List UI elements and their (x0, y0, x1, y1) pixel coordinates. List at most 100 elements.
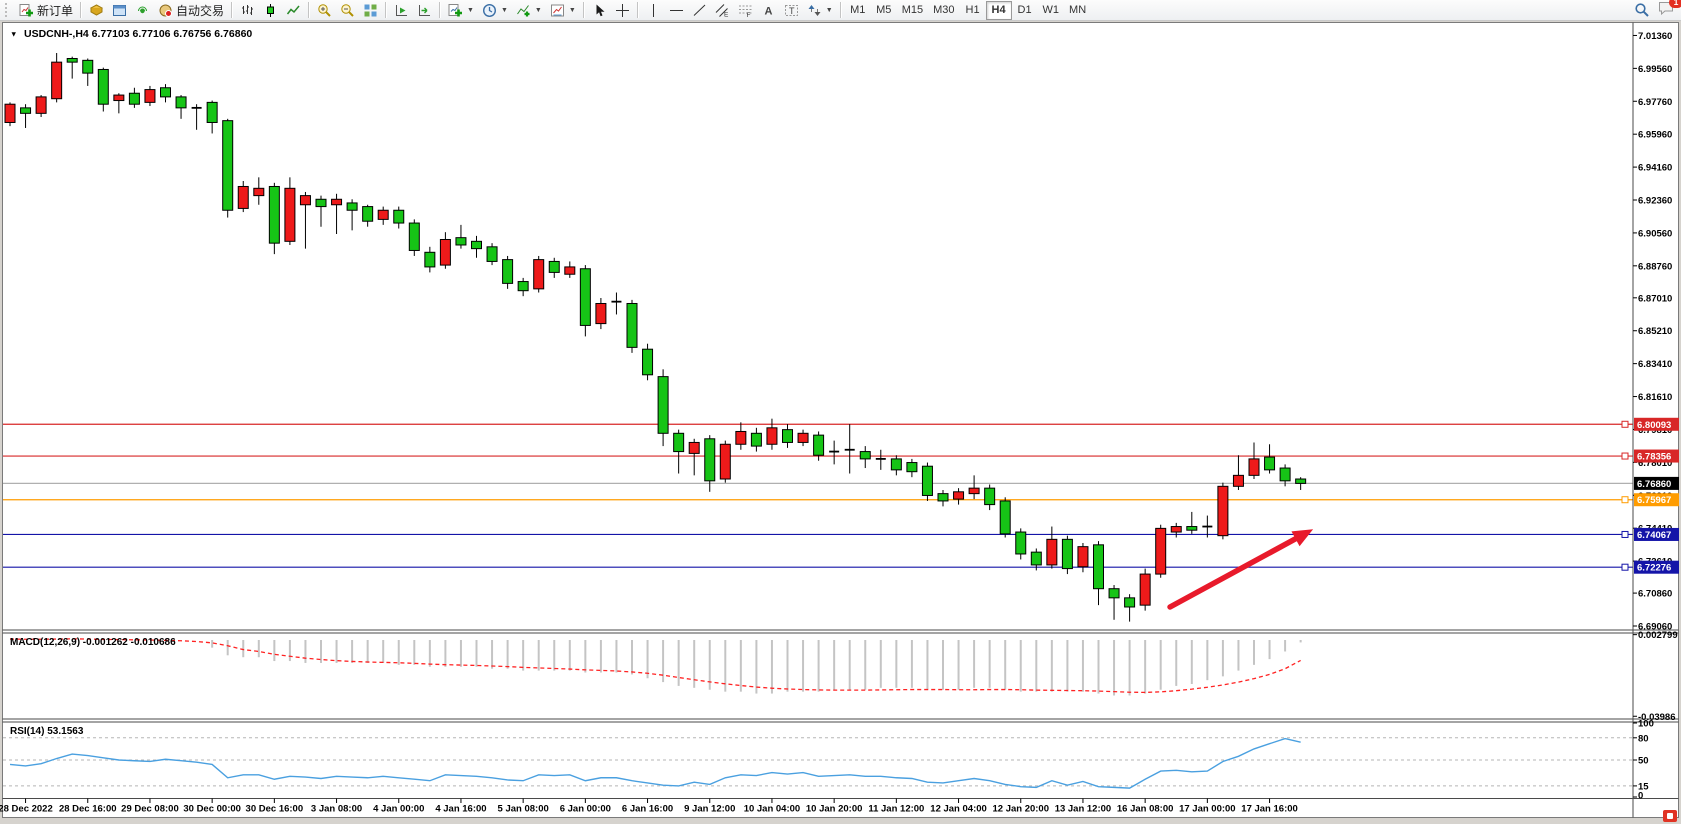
text-button[interactable]: A (757, 1, 780, 20)
zoom-in-button[interactable] (313, 1, 336, 20)
tile-windows-button[interactable] (359, 1, 382, 20)
profiles-icon (482, 3, 497, 18)
separator (439, 2, 441, 18)
timeframe-w1[interactable]: W1 (1038, 1, 1065, 20)
arrows-icon (807, 3, 822, 18)
svg-text:50: 50 (1638, 756, 1649, 767)
cursor-icon (592, 3, 607, 18)
search-icon (1634, 2, 1650, 18)
svg-text:16 Jan 08:00: 16 Jan 08:00 (1117, 804, 1174, 815)
trendline-button[interactable] (688, 1, 711, 20)
svg-text:6.81610: 6.81610 (1638, 392, 1672, 403)
svg-text:6.95960: 6.95960 (1638, 130, 1672, 141)
svg-text:0.002799: 0.002799 (1638, 630, 1678, 641)
svg-text:5 Jan 08:00: 5 Jan 08:00 (498, 804, 549, 815)
line-handle (1622, 531, 1628, 537)
separator (80, 2, 82, 18)
timeframe-mn[interactable]: MN (1064, 1, 1091, 20)
zoom-out-button[interactable] (336, 1, 359, 20)
vertical-line-button[interactable] (642, 1, 665, 20)
toolbar-drag-handle[interactable] (5, 3, 12, 17)
timeframe-d1[interactable]: D1 (1012, 1, 1038, 20)
arrows-button[interactable]: ▼ (803, 1, 837, 20)
terminal-button[interactable] (108, 1, 131, 20)
chart-title[interactable]: ▼USDCNH-,H4 6.77103 6.77106 6.76756 6.76… (10, 28, 252, 40)
chevron-down-icon: ▼ (501, 7, 508, 14)
line-chart-button[interactable] (282, 1, 305, 20)
chevron-down-icon: ▼ (467, 7, 474, 14)
svg-text:6.83410: 6.83410 (1638, 359, 1672, 370)
auto-trading-button[interactable]: 自动交易 (154, 1, 228, 20)
chat-badge: 1 (1669, 0, 1681, 8)
svg-text:USDCNH-,H4 6.77103 6.77106 6.: USDCNH-,H4 6.77103 6.77106 6.76756 6.768… (24, 28, 252, 40)
candlestick-chart-button[interactable] (259, 1, 282, 20)
text-icon: A (761, 3, 776, 18)
equidistant-channel-icon: E (715, 3, 730, 18)
timeframe-m30[interactable]: M30 (928, 1, 959, 20)
svg-text:9 Jan 12:00: 9 Jan 12:00 (684, 804, 735, 815)
timeframe-h1[interactable]: H1 (960, 1, 986, 20)
horizontal-line-button[interactable] (665, 1, 688, 20)
templates-button[interactable]: ▼ (546, 1, 580, 20)
rsi-label: RSI(14) 53.1563 (10, 726, 84, 737)
new-order-icon (19, 3, 34, 18)
zoom-in-icon (317, 3, 332, 18)
separator (231, 2, 233, 18)
search-button[interactable] (1630, 1, 1654, 20)
svg-text:E: E (724, 11, 729, 18)
new-order-button[interactable]: 新订单 (15, 1, 77, 20)
terminal-icon (112, 3, 127, 18)
chart-canvas[interactable]: 7.013606.995606.977606.959606.941606.923… (0, 21, 1681, 824)
svg-text:6.88760: 6.88760 (1638, 261, 1672, 272)
auto-scroll-button[interactable] (413, 1, 436, 20)
chevron-down-icon: ▼ (535, 7, 542, 14)
svg-text:4 Jan 16:00: 4 Jan 16:00 (435, 804, 486, 815)
svg-text:A: A (764, 5, 772, 17)
fibonacci-button[interactable]: F (734, 1, 757, 20)
navigator-button[interactable] (85, 1, 108, 20)
svg-text:12 Jan 20:00: 12 Jan 20:00 (992, 804, 1049, 815)
macd-label: MACD(12,26,9) -0.001262 -0.010686 (10, 637, 176, 648)
svg-text:6 Jan 16:00: 6 Jan 16:00 (622, 804, 673, 815)
zoom-out-icon (340, 3, 355, 18)
timeframe-m1[interactable]: M1 (845, 1, 871, 20)
line-handle (1622, 497, 1628, 503)
timeframe-m5[interactable]: M5 (871, 1, 897, 20)
line-handle (1622, 453, 1628, 459)
timeframe-m15[interactable]: M15 (897, 1, 928, 20)
signals-button[interactable] (131, 1, 154, 20)
candlestick-chart-icon (263, 3, 278, 18)
svg-text:80: 80 (1638, 733, 1649, 744)
svg-text:100: 100 (1638, 719, 1654, 730)
svg-text:6.92360: 6.92360 (1638, 196, 1672, 207)
svg-text:17 Jan 16:00: 17 Jan 16:00 (1241, 804, 1298, 815)
timeframe-h4[interactable]: H4 (986, 1, 1012, 20)
chart-shift-button[interactable] (390, 1, 413, 20)
navigator-icon (89, 3, 104, 18)
svg-text:6.70860: 6.70860 (1638, 589, 1672, 600)
indicators-button[interactable]: ▼ (512, 1, 546, 20)
window-bottom-frame (0, 819, 1681, 824)
svg-text:28 Dec 16:00: 28 Dec 16:00 (59, 804, 117, 815)
separator (637, 2, 639, 18)
svg-text:13 Jan 12:00: 13 Jan 12:00 (1055, 804, 1112, 815)
svg-text:4 Jan 00:00: 4 Jan 00:00 (373, 804, 424, 815)
chevron-down-icon: ▼ (569, 7, 576, 14)
line-chart-icon (286, 3, 301, 18)
profiles-button[interactable]: ▼ (478, 1, 512, 20)
text-label-button[interactable]: T (780, 1, 803, 20)
new-chart-icon (448, 3, 463, 18)
svg-text:10 Jan 04:00: 10 Jan 04:00 (744, 804, 801, 815)
equidistant-channel-button[interactable]: E (711, 1, 734, 20)
new-chart-button[interactable]: ▼ (444, 1, 478, 20)
svg-text:6.74067: 6.74067 (1637, 530, 1671, 541)
line-handle (1622, 564, 1628, 570)
crosshair-icon (615, 3, 630, 18)
trendline-icon (692, 3, 707, 18)
bar-chart-button[interactable] (236, 1, 259, 20)
cursor-button[interactable] (588, 1, 611, 20)
text-label-icon: T (784, 3, 799, 18)
crosshair-button[interactable] (611, 1, 634, 20)
auto-trading-label: 自动交易 (176, 2, 224, 19)
svg-text:29 Dec 08:00: 29 Dec 08:00 (121, 804, 179, 815)
